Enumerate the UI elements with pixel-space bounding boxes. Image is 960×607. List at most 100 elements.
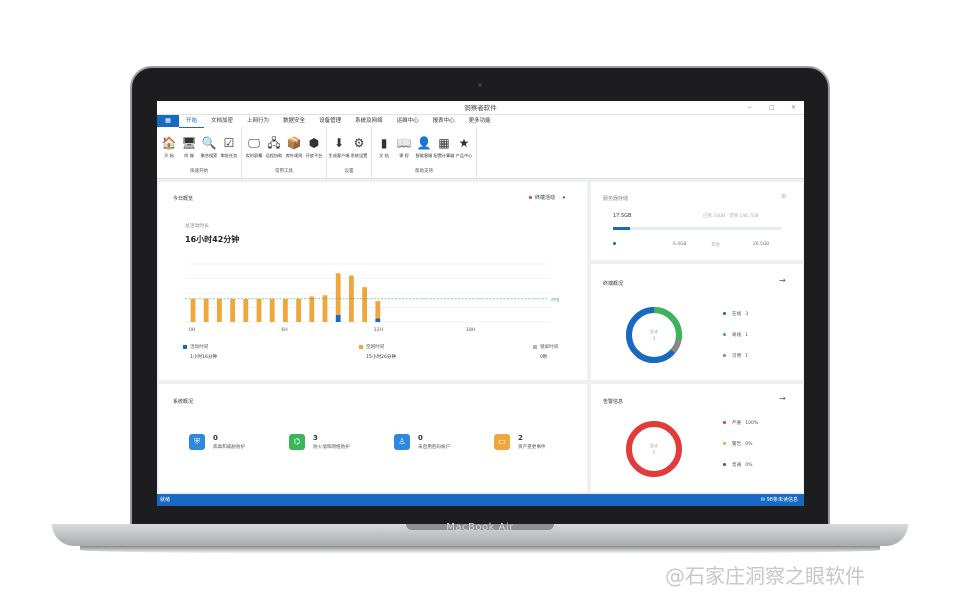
chart-bar-active xyxy=(375,318,381,322)
overview-card[interactable]: ▭ 2 资产变更事件 xyxy=(494,434,546,450)
ribbon-group-label: 帮助支持 xyxy=(415,169,433,174)
donut-center-value: 1 xyxy=(653,450,656,455)
ribbon-tool-button[interactable]: 📦 库外规则 xyxy=(285,135,303,159)
brand-label: MacBook Air xyxy=(446,522,514,533)
card-label: 未启用密码帐户 xyxy=(418,445,451,450)
card-label: 防火墙和网络防护 xyxy=(313,445,350,450)
watermark: @石家庄洞察之眼软件 xyxy=(665,564,865,588)
card-count: 0 xyxy=(418,434,423,442)
stat-row: 在线 3 xyxy=(723,311,748,317)
menu-item[interactable]: 上网行为 xyxy=(240,115,276,128)
blue-dot-icon xyxy=(613,242,616,245)
tool-icon: ☑ xyxy=(223,135,235,150)
user-icon: ♙ xyxy=(394,434,410,450)
ribbon-group-label: 设置 xyxy=(344,169,354,174)
menu-item[interactable]: 运维中心 xyxy=(390,115,426,128)
donut-segment-critical xyxy=(626,421,682,477)
ribbon-tool-button[interactable]: ☑ 审批任务 xyxy=(220,135,238,159)
ribbon-tool-button[interactable]: ★ 产品中心 xyxy=(455,135,473,159)
card-label: 资产变更事件 xyxy=(518,445,546,450)
panel-title: 系统概况 xyxy=(173,399,194,405)
ribbon-tool-button[interactable]: ⬇ 生成客户端 xyxy=(329,135,350,159)
chart-bar-idle xyxy=(269,298,275,322)
stat-value: 0% xyxy=(745,442,753,447)
today-overview-panel: 今日概览 终端活动 ▾ 总活动时长 16小时42分钟 avg 0H 6H 12H 18H… xyxy=(159,182,587,380)
overview-card[interactable]: ⌬ 3 防火墙和网络防护 xyxy=(289,434,350,450)
ribbon-tool-button[interactable]: 🏠 开 始 xyxy=(160,135,178,159)
stat-value: 3 xyxy=(745,312,749,317)
stat-name: 可用 xyxy=(732,354,742,359)
storage-used: 17.5GB xyxy=(613,213,632,219)
menu-item[interactable]: 更多功能 xyxy=(462,115,498,128)
stat-value: 1 xyxy=(745,354,749,359)
tool-icon: ⬢ xyxy=(308,135,320,150)
chevron-down-icon: ▾ xyxy=(562,195,566,201)
ribbon-tool-button[interactable]: 👤 智能客服 xyxy=(415,135,433,159)
laptop-shadow xyxy=(80,546,880,554)
close-button[interactable]: ✕ xyxy=(791,101,796,115)
chart-bar-idle xyxy=(190,298,196,322)
menu-item[interactable]: 报表中心 xyxy=(426,115,462,128)
stat-name: 普通 xyxy=(732,463,742,468)
ribbon-group-label: 快速开始 xyxy=(190,169,208,174)
ribbon-tool-button[interactable]: 🖵 实时屏幕 xyxy=(245,135,263,159)
status-dot-icon xyxy=(723,354,726,357)
legend-name: 锁屏时间 xyxy=(540,345,559,350)
chart-bar-idle xyxy=(296,298,301,322)
menu-item[interactable]: 系统及网络 xyxy=(348,115,390,128)
ribbon-group-label: 常用工具 xyxy=(275,169,293,174)
unread-messages-link[interactable]: ✉ 98条未读信息 xyxy=(761,494,798,506)
legend-value: 0秒 xyxy=(540,355,548,360)
menu-item[interactable]: 文档加密 xyxy=(204,115,240,128)
ribbon-tool-button[interactable]: ⚙ 系统设置 xyxy=(350,135,368,159)
chart-bar-idle xyxy=(375,301,381,319)
menu-item[interactable]: 开始 xyxy=(179,115,205,128)
chart-bar-idle xyxy=(203,298,209,322)
menu-item[interactable]: 设备管理 xyxy=(312,115,348,128)
panel-title: 服务器存储 xyxy=(603,196,629,202)
legend-swatch xyxy=(359,344,363,349)
donut-center-label: 总计 xyxy=(650,328,658,335)
titlebar: 洞察者软件 − □ ✕ xyxy=(157,101,804,115)
ribbon-tool-button[interactable]: ▮ 文 档 xyxy=(375,135,393,159)
grid-icon[interactable]: ▦ xyxy=(157,115,179,127)
card-count: 3 xyxy=(313,434,318,442)
ribbon-tool-button[interactable]: 🖧 远程协助 xyxy=(265,135,283,159)
panel-title: 今日概览 xyxy=(173,196,194,202)
tool-label: 实时屏幕 xyxy=(245,152,263,158)
storage-progress-fill xyxy=(613,227,630,230)
menu-item[interactable]: 数据安全 xyxy=(276,115,312,128)
ribbon-tool-button[interactable]: ⬢ 开放平台 xyxy=(305,135,323,159)
ribbon-tool-button[interactable]: 🖥 终 端 xyxy=(180,135,198,159)
ribbon-toolbar: 🏠 开 始 🖥 终 端 🔍 聚合搜索 ☑ 审批任务快速开始 🖵 实时屏幕 🖧 远程协助 📦 库外规则 ⬢ 开放… xyxy=(157,127,804,179)
status-dot-icon xyxy=(723,333,726,336)
chart-bar-idle xyxy=(243,298,249,322)
mail-icon: ✉ xyxy=(760,497,766,503)
legend-name: 活动时间 xyxy=(190,345,209,350)
overview-card[interactable]: ⛨ 0 病毒和威胁防护 xyxy=(189,434,245,450)
minimize-button[interactable]: − xyxy=(747,101,752,115)
x-tick-label: 18H xyxy=(466,327,475,333)
ribbon-group: ▮ 文 档 📖 课 程 👤 智能客服 ▦ 配置计算器 ★ 产品中心帮助支持 xyxy=(372,127,477,178)
arrow-right-icon[interactable]: → xyxy=(779,394,786,403)
tool-icon: ⚙ xyxy=(353,135,365,150)
tool-label: 配置计算器 xyxy=(433,152,455,158)
maximize-button[interactable]: □ xyxy=(769,101,775,115)
stat-value: 1 xyxy=(745,333,749,338)
chart-bar-idle xyxy=(335,273,341,316)
settings-icon[interactable]: ⚙ xyxy=(781,193,786,200)
ribbon-tool-button[interactable]: ▦ 配置计算器 xyxy=(433,135,455,159)
chart-bar-idle xyxy=(256,298,262,322)
tool-label: 开放平台 xyxy=(305,152,323,158)
ribbon-tool-button[interactable]: 🔍 聚合搜索 xyxy=(200,135,218,159)
overview-card[interactable]: ♙ 0 未启用密码帐户 xyxy=(394,434,450,450)
x-tick-label: 0H xyxy=(189,327,195,333)
tool-icon: 📖 xyxy=(396,135,412,150)
chart-bar-idle xyxy=(309,296,315,322)
tool-label: 库外规则 xyxy=(285,152,303,158)
arrow-right-icon[interactable]: → xyxy=(779,276,786,285)
activity-filter-select[interactable]: 终端活动 ▾ xyxy=(529,194,565,201)
ribbon-tool-button[interactable]: 📖 课 程 xyxy=(395,135,413,159)
stat-value: 0% xyxy=(745,463,753,468)
stat-name: 离线 xyxy=(732,333,742,338)
